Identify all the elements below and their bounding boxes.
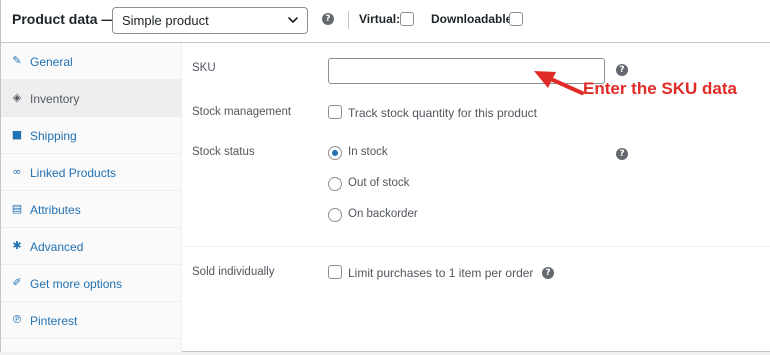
product-type-value: Simple product (122, 13, 209, 28)
help-icon[interactable]: ? (616, 148, 628, 160)
stock-management-label: Stock management (192, 106, 292, 118)
wrench-icon: ✎ (12, 54, 22, 67)
help-icon[interactable]: ? (616, 64, 628, 76)
tab-advanced[interactable]: ✱ Advanced (1, 228, 181, 265)
downloadable-checkbox[interactable] (509, 12, 523, 26)
out-of-stock-label: Out of stock (348, 177, 410, 189)
tab-shipping[interactable]: ■ Shipping (1, 117, 181, 154)
tab-label: Inventory (30, 92, 80, 106)
chevron-down-icon (288, 17, 298, 23)
truck-icon: ■ (11, 128, 23, 141)
list-icon: ▤ (11, 202, 23, 215)
product-data-tabs: ✎ General ◈ Inventory ■ Shipping ∞ Linke… (1, 43, 182, 352)
sku-label: SKU (192, 62, 216, 74)
track-stock-checkbox[interactable] (328, 105, 342, 119)
section-divider (182, 246, 770, 247)
panel-title: Product data — (12, 11, 116, 27)
link-icon: ∞ (12, 165, 22, 178)
callout-arrow-icon (534, 71, 584, 95)
on-backorder-label: On backorder (348, 208, 418, 220)
gear-icon: ✱ (12, 239, 22, 252)
on-backorder-radio[interactable] (328, 208, 342, 222)
tab-label: General (30, 55, 73, 69)
tab-label: Linked Products (30, 166, 117, 180)
sold-individually-checkbox[interactable] (328, 265, 342, 279)
sold-individually-label: Sold individually (192, 266, 275, 278)
product-data-header: Product data — Simple product ? Virtual:… (1, 0, 770, 43)
tab-label: Attributes (30, 203, 81, 217)
help-icon[interactable]: ? (322, 13, 334, 25)
track-stock-label: Track stock quantity for this product (348, 106, 537, 120)
tab-label: Get more options (30, 277, 123, 291)
tab-label: Advanced (30, 240, 84, 254)
virtual-checkbox[interactable] (400, 12, 414, 26)
virtual-label: Virtual: (359, 12, 401, 26)
plugin-icon: ✐ (12, 276, 22, 289)
callout-text: Enter the SKU data (583, 79, 737, 98)
help-icon[interactable]: ? (542, 267, 554, 279)
in-stock-label: In stock (348, 146, 388, 158)
tab-inventory[interactable]: ◈ Inventory (1, 80, 181, 117)
tab-label: Pinterest (30, 314, 78, 328)
tab-label: Shipping (30, 129, 77, 143)
product-type-select[interactable]: Simple product (112, 7, 308, 34)
in-stock-radio[interactable] (328, 146, 342, 160)
tab-general[interactable]: ✎ General (1, 43, 181, 80)
product-data-panel: Product data — Simple product ? Virtual:… (0, 0, 770, 352)
sold-individually-text: Limit purchases to 1 item per order (348, 266, 534, 280)
stock-status-label: Stock status (192, 146, 255, 158)
tab-pinterest[interactable]: ℗ Pinterest (1, 302, 181, 339)
tag-icon: ◈ (12, 91, 22, 104)
tab-attributes[interactable]: ▤ Attributes (1, 191, 181, 228)
pinterest-icon: ℗ (11, 313, 23, 326)
tab-linked-products[interactable]: ∞ Linked Products (1, 154, 181, 191)
downloadable-label: Downloadable: (431, 12, 517, 26)
header-divider (348, 11, 349, 29)
tab-get-more-options[interactable]: ✐ Get more options (1, 265, 181, 302)
out-of-stock-radio[interactable] (328, 177, 342, 191)
